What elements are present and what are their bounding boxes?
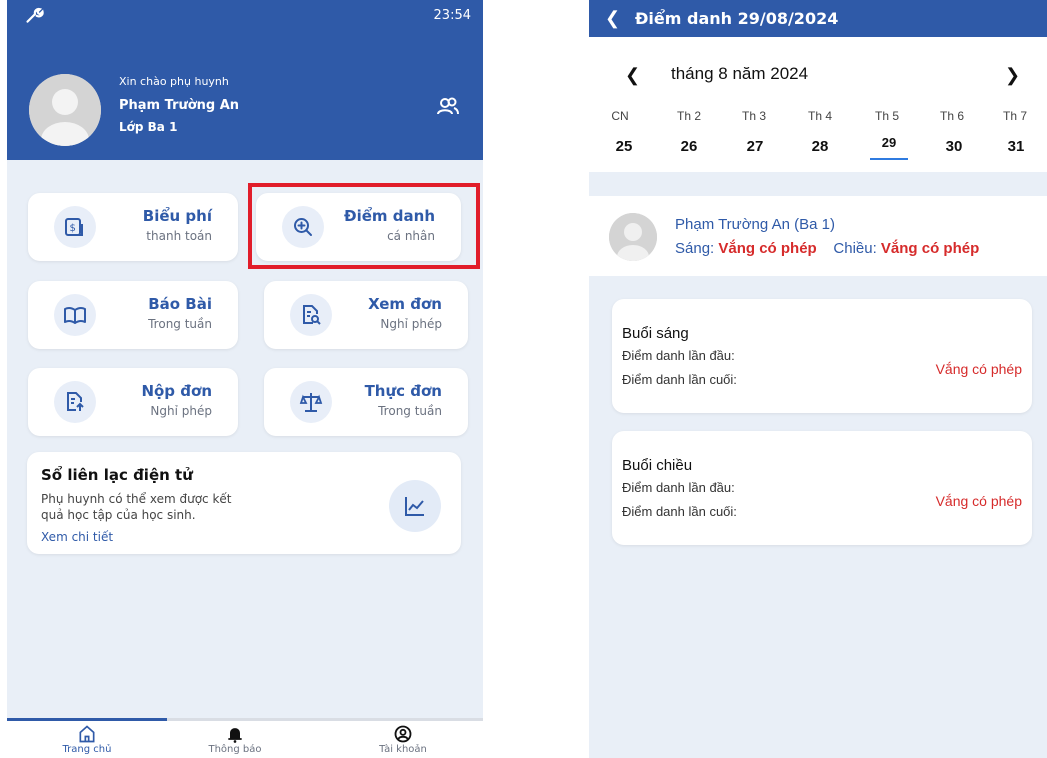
submit-leave-title: Nộp đơn (141, 382, 212, 400)
greeting-text: Xin chào phụ huynh (119, 75, 229, 88)
morning-session-card: Buổi sáng Điểm danh lần đầu: Điểm danh l… (612, 299, 1032, 413)
top-bar: ❮ Điểm danh 29/08/2024 (589, 0, 1047, 37)
page-title: Điểm danh 29/08/2024 (635, 9, 839, 28)
menu-card[interactable]: Thực đơn Trong tuần (264, 368, 468, 436)
document-search-icon (290, 294, 332, 336)
student-avatar (609, 213, 657, 261)
weekday-label: Th 2 (676, 109, 701, 123)
weekday-label: CN (611, 109, 629, 123)
home-screen: 23:54 Xin chào phụ huynh Phạm Trường An … (7, 0, 483, 758)
account-icon (394, 725, 412, 743)
menu-subtitle: Trong tuần (378, 404, 442, 418)
parent-name: Phạm Trường An (119, 98, 240, 113)
lesson-report-card[interactable]: Báo Bài Trong tuần (28, 281, 238, 349)
wrench-icon (26, 7, 44, 23)
view-leave-card[interactable]: Xem đơn Nghỉ phép (264, 281, 468, 349)
clock: 23:54 (433, 8, 471, 23)
document-upload-icon (54, 381, 96, 423)
weekday-label: Th 4 (807, 109, 832, 123)
bell-icon (228, 728, 242, 743)
student-summary: Phạm Trường An (Ba 1) Sáng: Vắng có phép… (589, 196, 1047, 276)
chevron-right-icon[interactable]: ❯ (1005, 65, 1020, 86)
tab-home-label: Trang chủ (62, 744, 112, 755)
morning-label: Sáng: (675, 240, 715, 257)
morning-status: Vắng có phép (718, 240, 817, 257)
day-30[interactable]: 30 (934, 138, 974, 155)
chart-icon[interactable] (389, 480, 441, 532)
day-26[interactable]: 26 (669, 138, 709, 155)
day-29-selected[interactable]: 29 (869, 135, 909, 150)
day-25[interactable]: 25 (604, 138, 644, 155)
weekday-label: Th 5 (874, 109, 899, 123)
first-checkin-label: Điểm danh lần đầu: (622, 348, 735, 363)
scale-icon (290, 381, 332, 423)
student-name: Phạm Trường An (Ba 1) (675, 216, 835, 233)
weekday-label: Th 6 (939, 109, 964, 123)
session-title: Buổi chiều (622, 457, 693, 474)
session-status: Vắng có phép (935, 493, 1022, 509)
view-leave-subtitle: Nghỉ phép (380, 317, 442, 331)
contact-book-desc: Phụ huynh có thể xem được kết (41, 492, 232, 506)
status-bar: 23:54 (7, 0, 483, 32)
student-status-line: Sáng: Vắng có phép Chiều: Vắng có phép (675, 240, 979, 257)
fee-icon: $ (54, 206, 96, 248)
session-status: Vắng có phép (935, 361, 1022, 377)
selected-day-indicator (870, 158, 908, 160)
fee-subtitle: thanh toán (146, 229, 212, 243)
bottom-nav: Trang chủ Thông báo Tài khoản (7, 718, 483, 758)
fee-title: Biểu phí (142, 207, 212, 225)
day-27[interactable]: 27 (735, 138, 775, 155)
highlight-box (248, 183, 480, 269)
week-calendar: ❮ tháng 8 năm 2024 ❯ CN Th 2 Th 3 Th 4 T… (589, 37, 1047, 172)
book-icon (54, 294, 96, 336)
submit-leave-subtitle: Nghỉ phép (150, 404, 212, 418)
view-leave-title: Xem đơn (368, 295, 442, 313)
day-31[interactable]: 31 (996, 138, 1036, 155)
parent-header: Xin chào phụ huynh Phạm Trường An Lớp Ba… (7, 32, 483, 160)
back-icon[interactable]: ❮ (605, 8, 620, 29)
lesson-report-subtitle: Trong tuần (148, 317, 212, 331)
svg-text:$: $ (70, 223, 76, 234)
home-icon (79, 725, 95, 743)
fee-card[interactable]: $ Biểu phí thanh toán (28, 193, 238, 261)
contact-book-card[interactable]: Sổ liên lạc điện tử Phụ huynh có thể xem… (27, 452, 461, 554)
class-name: Lớp Ba 1 (119, 120, 178, 134)
tab-notifications[interactable]: Thông báo (185, 724, 285, 756)
afternoon-label: Chiều: (833, 240, 877, 257)
last-checkin-label: Điểm danh lần cuối: (622, 504, 737, 519)
chevron-left-icon[interactable]: ❮ (625, 65, 640, 86)
lesson-report-title: Báo Bài (148, 295, 212, 313)
afternoon-status: Vắng có phép (880, 240, 980, 257)
tab-divider (167, 718, 483, 721)
tab-home[interactable]: Trang chủ (37, 724, 137, 756)
first-checkin-label: Điểm danh lần đầu: (622, 480, 735, 495)
tab-account[interactable]: Tài khoản (353, 724, 453, 756)
contact-book-desc-2: quả học tập của học sinh. (41, 508, 196, 522)
afternoon-session-card: Buổi chiều Điểm danh lần đầu: Điểm danh … (612, 431, 1032, 545)
session-title: Buổi sáng (622, 325, 689, 342)
weekday-label: Th 3 (741, 109, 766, 123)
switch-child-icon[interactable] (435, 94, 461, 120)
month-label: tháng 8 năm 2024 (671, 64, 809, 83)
menu-title: Thực đơn (364, 382, 442, 400)
contact-book-title: Sổ liên lạc điện tử (41, 466, 193, 484)
attendance-screen: ❮ Điểm danh 29/08/2024 ❮ tháng 8 năm 202… (589, 0, 1047, 758)
view-detail-link[interactable]: Xem chi tiết (41, 530, 113, 544)
submit-leave-card[interactable]: Nộp đơn Nghỉ phép (28, 368, 238, 436)
last-checkin-label: Điểm danh lần cuối: (622, 372, 737, 387)
active-tab-indicator (7, 718, 167, 721)
avatar[interactable] (29, 74, 101, 146)
day-28[interactable]: 28 (800, 138, 840, 155)
tab-account-label: Tài khoản (379, 744, 427, 755)
tab-notifications-label: Thông báo (208, 744, 262, 755)
weekday-label: Th 7 (1002, 109, 1027, 123)
